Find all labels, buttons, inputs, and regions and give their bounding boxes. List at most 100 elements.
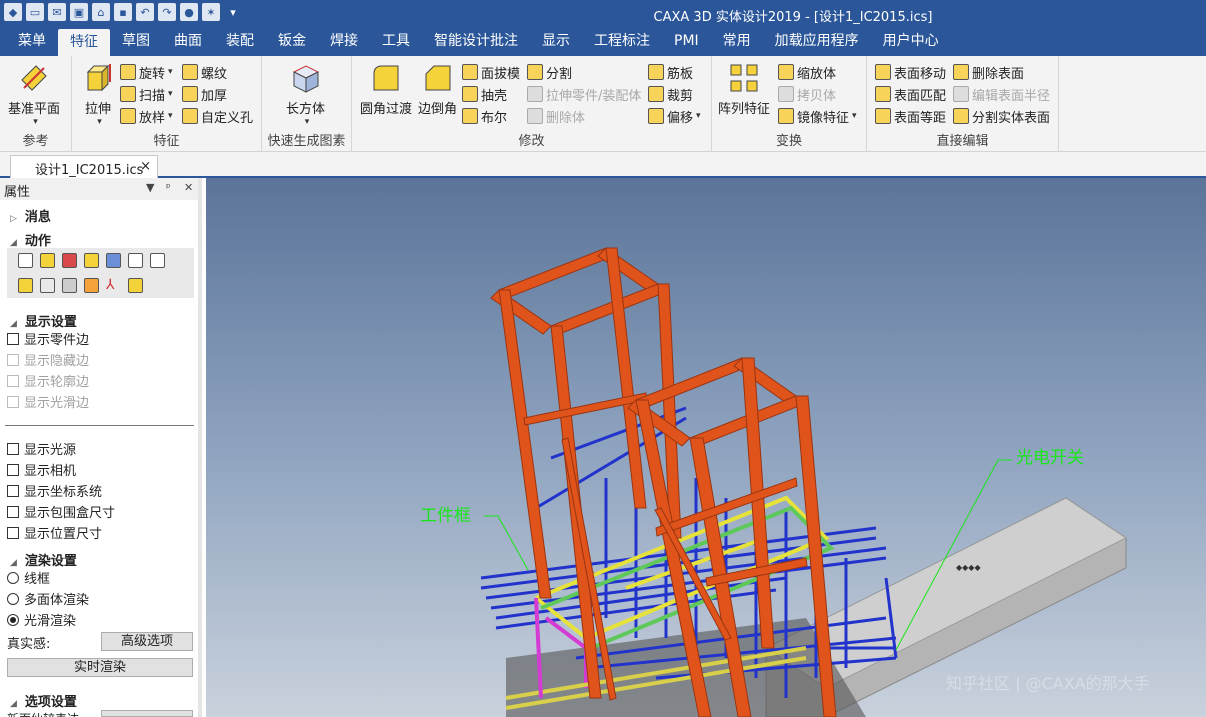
edit-icon[interactable] (128, 253, 143, 268)
base-plane-label: 基准平面 (8, 102, 61, 117)
tab-surface[interactable]: 曲面 (162, 27, 214, 56)
checkbox-show-camera[interactable]: 显示相机 (7, 460, 76, 479)
tab-user-center[interactable]: 用户中心 (871, 27, 951, 56)
thicken-button[interactable]: 加厚 (182, 84, 227, 104)
delete-body-button[interactable]: 删除体 (527, 106, 585, 126)
pattern-label: 阵列特征 (718, 102, 771, 117)
checkbox-show-part-edges[interactable]: 显示零件边 (7, 329, 89, 348)
3d-viewport[interactable]: ◆◆◆◆ 工件框 光电开关 知乎社区 | @CAXA的那大手 (206, 178, 1206, 717)
checkbox-label: 显示坐标系统 (24, 485, 103, 500)
checkbox-box (7, 526, 19, 539)
trim-button[interactable]: 裁剪 (648, 84, 693, 104)
checkbox-show-hidden-edges[interactable]: 显示隐藏边 (7, 350, 89, 369)
tab-sheetmetal[interactable]: 钣金 (266, 27, 318, 56)
rib-button[interactable]: 筋板 (648, 62, 693, 82)
delete-face-button[interactable]: 删除表面 (953, 62, 1024, 82)
draft-button[interactable]: 面拔模 (462, 62, 520, 82)
radio-wireframe[interactable]: 线框 (7, 568, 50, 587)
tab-engineering-annotation[interactable]: 工程标注 (582, 27, 662, 56)
sweep-button[interactable]: 扫描 ▾ (120, 84, 173, 104)
layers-icon[interactable] (128, 278, 143, 293)
stretch-part-button[interactable]: 拉伸零件/装配体 (527, 84, 641, 104)
close-icon[interactable]: × (140, 159, 151, 174)
checkbox-show-position-size[interactable]: 显示位置尺寸 (7, 523, 102, 542)
copy-body-button[interactable]: 拷贝体 (778, 84, 836, 104)
tab-menu[interactable]: 菜单 (6, 27, 58, 56)
split-face-icon (953, 108, 969, 124)
equal-face-button[interactable]: 表面等距 (875, 106, 946, 126)
offset-button[interactable]: 偏移 ▾ (648, 106, 701, 126)
thread-button[interactable]: 螺纹 (182, 62, 227, 82)
mirror-button[interactable]: 镜像特征 ▾ (778, 106, 857, 126)
tab-welding[interactable]: 焊接 (318, 27, 370, 56)
fillet-button[interactable]: 圆角过渡 (360, 62, 412, 117)
link-icon[interactable] (40, 278, 55, 293)
image-icon[interactable] (150, 253, 165, 268)
checkbox-show-silhouette[interactable]: 显示轮廓边 (7, 371, 89, 390)
checkbox-show-smooth-edges[interactable]: 显示光滑边 (7, 392, 89, 411)
truncated-option-field[interactable] (101, 710, 193, 717)
revolve-button[interactable]: 旋转 ▾ (120, 62, 173, 82)
list-icon[interactable] (18, 253, 33, 268)
sweep-label: 扫描 (139, 88, 166, 104)
tab-display[interactable]: 显示 (530, 27, 582, 56)
checkbox-show-light[interactable]: 显示光源 (7, 439, 76, 458)
edit-radius-button[interactable]: 编辑表面半径 (953, 84, 1050, 104)
tab-tools[interactable]: 工具 (370, 27, 422, 56)
box-button[interactable]: 长方体 ▾ (286, 62, 325, 127)
checkbox-show-bbox-size[interactable]: 显示包围盒尺寸 (7, 502, 115, 521)
thread-icon (182, 64, 198, 80)
section-render[interactable]: ◢ 渲染设置 (10, 550, 77, 569)
section-display[interactable]: ◢ 显示设置 (10, 311, 77, 330)
loft-button[interactable]: 放样 ▾ (120, 106, 173, 126)
panel-menu-icon[interactable]: ▼ (146, 181, 154, 194)
tab-feature[interactable]: 特征 (58, 29, 110, 56)
split-button[interactable]: 分割 (527, 62, 572, 82)
split-face-button[interactable]: 分割实体表面 (953, 106, 1050, 126)
loft-icon[interactable] (106, 253, 121, 268)
extrude-icon[interactable] (40, 253, 55, 268)
offset-label: 偏移 (667, 110, 694, 126)
radio-smooth[interactable]: 光滑渲染 (7, 610, 76, 629)
tab-pmi[interactable]: PMI (662, 27, 711, 56)
extrude-label: 拉伸 (84, 102, 111, 117)
move-face-button[interactable]: 表面移动 (875, 62, 946, 82)
scale-button[interactable]: 缩放体 (778, 62, 836, 82)
shell-button[interactable]: 抽壳 (462, 84, 507, 104)
move-face-label: 表面移动 (894, 66, 947, 82)
tab-addins[interactable]: 加载应用程序 (763, 27, 871, 56)
revolve-icon[interactable] (62, 253, 77, 268)
split-icon (527, 64, 543, 80)
match-face-button[interactable]: 表面匹配 (875, 84, 946, 104)
extrude-button[interactable]: 拉伸 ▾ (82, 62, 114, 127)
pattern-button[interactable]: 阵列特征 (718, 62, 770, 117)
tab-assembly[interactable]: 装配 (214, 27, 266, 56)
custom-hole-label: 自定义孔 (201, 110, 254, 126)
tab-common[interactable]: 常用 (711, 27, 763, 56)
section-action[interactable]: ◢ 动作 (10, 230, 51, 249)
boolean-button[interactable]: 布尔 (462, 106, 507, 126)
advanced-options-button[interactable]: 高级选项 (101, 632, 193, 651)
tab-smart-annotation[interactable]: 智能设计批注 (422, 27, 530, 56)
section-options[interactable]: ◢ 选项设置 (10, 691, 77, 710)
tab-sketch[interactable]: 草图 (110, 27, 162, 56)
base-plane-button[interactable]: 基准平面 ▾ (8, 62, 60, 127)
section-message[interactable]: ▷ 消息 (10, 206, 51, 225)
sweep-icon[interactable] (84, 253, 99, 268)
document-tab[interactable]: 设计1_IC2015.ics × (10, 155, 158, 178)
component-icon[interactable] (84, 278, 99, 293)
pin-icon[interactable]: ᵖ (166, 181, 171, 194)
section-message-label: 消息 (24, 210, 51, 225)
table-icon[interactable] (62, 278, 77, 293)
close-icon[interactable]: ✕ (184, 181, 193, 194)
checkbox-show-coord-system[interactable]: 显示坐标系统 (7, 481, 102, 500)
custom-hole-button[interactable]: 自定义孔 (182, 106, 253, 126)
axis-icon[interactable]: ⅄ (106, 278, 121, 293)
radio-polyhedral[interactable]: 多面体渲染 (7, 589, 89, 608)
realtime-render-button[interactable]: 实时渲染 (7, 658, 193, 677)
section-options-label: 选项设置 (24, 695, 77, 710)
chamfer-button[interactable]: 边倒角 (418, 62, 457, 117)
chamfer-icon (425, 65, 450, 91)
group-transform: 阵列特征 缩放体 拷贝体 镜像特征 ▾ 变换 (712, 56, 867, 152)
cube-icon[interactable] (18, 278, 33, 293)
